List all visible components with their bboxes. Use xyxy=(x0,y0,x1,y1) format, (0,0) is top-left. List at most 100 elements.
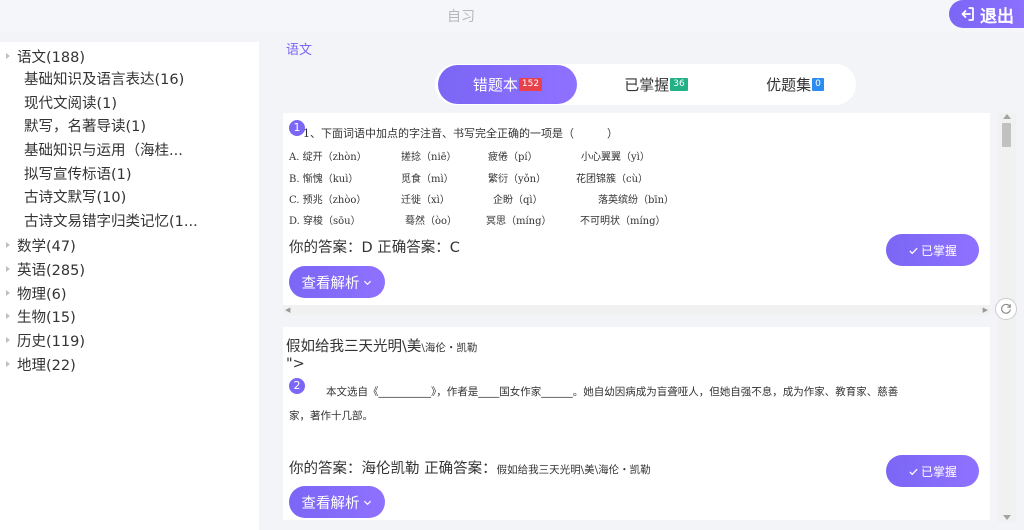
option-text: 企盼（qì） xyxy=(493,195,543,206)
question-stem: 1、下面词语中加点的字注音、书写完全正确的一项是（ ） xyxy=(303,127,618,140)
logout-icon xyxy=(961,7,974,21)
view-analysis-label: 查看解析 xyxy=(301,495,360,512)
subject-tree: 语文(188) 基础知识及语言表达(16) 现代文阅读(1) 默写，名著导读(1… xyxy=(0,42,259,530)
tree-item[interactable]: 现代文阅读(1) xyxy=(24,92,254,116)
your-answer-value: D xyxy=(361,240,373,256)
exit-button[interactable]: 退出 xyxy=(949,0,1024,28)
option-text: 觅食（mì） xyxy=(401,174,454,185)
option-text: 小心翼翼（yì） xyxy=(581,152,650,163)
tree-item[interactable]: 基础知识与运用（海桂... xyxy=(24,139,254,163)
tree-subject-label: 语文(188) xyxy=(17,49,85,66)
view-analysis-label: 查看解析 xyxy=(301,275,360,292)
tree-subject-label: 数学(47) xyxy=(17,238,76,255)
question-title-author: \海伦・凯勒 xyxy=(421,342,478,354)
tree-item[interactable]: 古诗文易错字归类记忆(1... xyxy=(24,210,254,234)
tree-item[interactable]: 默写，名著导读(1) xyxy=(24,115,254,139)
answer-line: 你的答案：海伦凯勒 正确答案：假如给我三天光明\美\海伦・凯勒 xyxy=(289,457,651,478)
horizontal-scrollbar[interactable]: ◀ ▶ xyxy=(283,305,990,315)
tab-label: 优题集 xyxy=(766,76,812,94)
tab-mastered[interactable]: 已掌握 36 xyxy=(595,65,717,104)
tab-good-questions[interactable]: 优题集 0 xyxy=(734,65,856,104)
question-stem: 家，著作十几部。 xyxy=(289,410,373,422)
option-text: 搓捻（niē） xyxy=(401,152,457,163)
tree-item[interactable]: 基础知识及语言表达(16) xyxy=(24,68,254,92)
tree-subject-physics[interactable]: 物理(6) xyxy=(0,281,67,305)
caret-right-icon xyxy=(0,266,14,272)
your-answer-label: 你的答案： xyxy=(289,240,362,256)
arrow-left-icon[interactable]: ◀ xyxy=(285,305,290,315)
your-answer-label: 你的答案： xyxy=(289,461,362,477)
tab-wrong-questions[interactable]: 错题本 152 xyxy=(438,65,577,104)
correct-answer-value: C xyxy=(449,240,460,256)
correct-answer-label: 正确答案： xyxy=(377,240,450,256)
tree-subject-chinese[interactable]: 语文(188) xyxy=(0,44,85,68)
tree-subject-label: 英语(285) xyxy=(17,262,85,279)
mark-mastered-label: 已掌握 xyxy=(920,464,957,479)
tab-label: 错题本 xyxy=(472,76,518,94)
question-title-main: 假如给我三天光明\美 xyxy=(286,339,422,355)
option-text: 疲倦（pí） xyxy=(488,152,538,163)
tree-subject-label: 生物(15) xyxy=(17,309,76,326)
answer-line: 你的答案：D 正确答案：C xyxy=(289,236,460,257)
caret-right-icon xyxy=(0,290,14,296)
option-text: 不可明状（míng） xyxy=(580,216,666,227)
option-text: 迁徙（xì） xyxy=(401,195,450,206)
caret-right-icon xyxy=(0,242,14,248)
option-text: 花团锦簇（cù） xyxy=(576,174,649,185)
scrollbar-thumb[interactable] xyxy=(1002,123,1011,147)
app-title: 自习 xyxy=(447,9,475,25)
option-text: 繁衍（yǒn） xyxy=(488,174,547,185)
caret-right-icon xyxy=(0,53,14,59)
question-title-tail: "> xyxy=(286,356,305,372)
mark-mastered-button[interactable]: 已掌握 xyxy=(886,234,979,266)
correct-answer-value: 假如给我三天光明\美\海伦・凯勒 xyxy=(496,464,651,476)
count-badge: 152 xyxy=(518,78,543,91)
refresh-button[interactable] xyxy=(995,298,1017,320)
count-badge: 0 xyxy=(812,78,824,91)
tree-subject-label: 地理(22) xyxy=(17,357,76,374)
mark-mastered-label: 已掌握 xyxy=(920,243,957,258)
option-text: C. 预兆（zhòo） xyxy=(289,195,367,206)
question-card: 1 1、下面词语中加点的字注音、书写完全正确的一项是（ ） A. 绽开（zhòn… xyxy=(283,113,990,315)
question-number: 2 xyxy=(289,378,305,394)
count-badge: 36 xyxy=(670,78,688,91)
option-text: D. 穿梭（sōu） xyxy=(289,216,361,227)
tree-subject-label: 物理(6) xyxy=(17,286,67,303)
question-title: 假如给我三天光明\美\海伦・凯勒 xyxy=(286,335,477,356)
check-icon xyxy=(909,468,918,475)
option-text: 蓦然（òo） xyxy=(405,216,458,227)
tree-item[interactable]: 拟写宣传标语(1) xyxy=(24,163,254,187)
refresh-icon xyxy=(1001,303,1011,314)
chevron-down-icon xyxy=(363,280,371,285)
arrow-down-icon[interactable] xyxy=(1003,515,1011,520)
your-answer-value: 海伦凯勒 xyxy=(361,461,420,477)
correct-answer-label: 正确答案： xyxy=(424,461,497,477)
option-text: 冥思（míng） xyxy=(486,216,552,227)
chevron-down-icon xyxy=(363,500,371,505)
tree-subject-math[interactable]: 数学(47) xyxy=(0,233,76,257)
arrow-up-icon[interactable] xyxy=(1003,114,1011,119)
top-bar: 自习 退出 xyxy=(0,0,1024,32)
arrow-right-icon[interactable]: ▶ xyxy=(983,305,988,315)
tree-subject-geography[interactable]: 地理(22) xyxy=(0,352,76,376)
tree-subject-english[interactable]: 英语(285) xyxy=(0,257,85,281)
question-stem: 本文选自《__________》，作者是____国女作家______。她自幼因病… xyxy=(326,386,899,398)
current-subject-title: 语文 xyxy=(286,43,313,58)
option-text: B. 惭愧（kuì） xyxy=(289,174,359,185)
caret-right-icon xyxy=(0,313,14,319)
caret-right-icon xyxy=(0,361,14,367)
exit-label: 退出 xyxy=(980,6,1014,27)
tab-label: 已掌握 xyxy=(624,76,670,94)
mark-mastered-button[interactable]: 已掌握 xyxy=(886,455,979,487)
tree-item[interactable]: 古诗文默写(10) xyxy=(24,186,254,210)
check-icon xyxy=(909,247,918,254)
option-text: 落英缤纷（bīn） xyxy=(598,195,675,206)
question-card: 假如给我三天光明\美\海伦・凯勒 "> 2 本文选自《__________》，作… xyxy=(283,327,990,520)
option-text: A. 绽开（zhòn） xyxy=(289,152,367,163)
view-analysis-button[interactable]: 查看解析 xyxy=(289,486,385,518)
tree-subject-label: 历史(119) xyxy=(17,333,85,350)
view-analysis-button[interactable]: 查看解析 xyxy=(289,266,385,298)
tree-subject-history[interactable]: 历史(119) xyxy=(0,328,85,352)
tab-bar: 错题本 152 已掌握 36 优题集 0 xyxy=(435,64,856,105)
tree-subject-biology[interactable]: 生物(15) xyxy=(0,304,76,328)
